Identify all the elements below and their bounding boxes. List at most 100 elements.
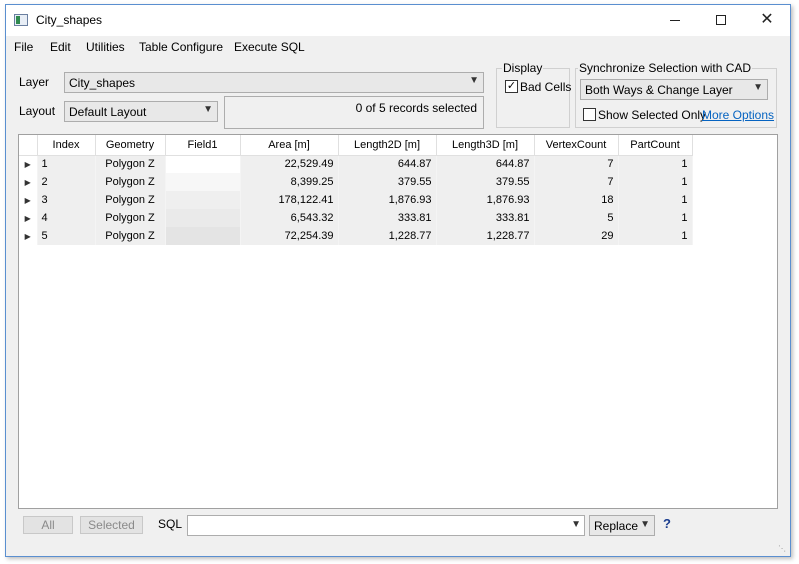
minimize-button[interactable] [652, 5, 698, 35]
title-bar[interactable]: City_shapes ✕ [6, 5, 790, 36]
cell-geometry[interactable]: Polygon Z [95, 155, 166, 173]
cell-vertexcount[interactable]: 7 [534, 155, 619, 173]
cell-length2d[interactable]: 1,228.77 [338, 227, 437, 245]
bad-cells-label: Bad Cells [520, 80, 572, 94]
table-row[interactable]: ▶ 5 Polygon Z 72,254.39 1,228.77 1,228.7… [19, 227, 693, 245]
cell-area[interactable]: 178,122.41 [240, 191, 339, 209]
window-title: City_shapes [36, 13, 103, 27]
resize-grip-icon[interactable]: ⋱ [778, 544, 786, 553]
column-header-geometry[interactable]: Geometry [95, 135, 166, 156]
cell-vertexcount[interactable]: 29 [534, 227, 619, 245]
cell-length3d[interactable]: 379.55 [436, 173, 535, 191]
cell-partcount[interactable]: 1 [618, 155, 693, 173]
expand-row-icon[interactable]: ▶ [19, 173, 38, 191]
layer-value: City_shapes [69, 76, 136, 90]
chevron-down-icon: ▼ [203, 104, 213, 115]
layout-select[interactable]: Default Layout ▼ [64, 101, 218, 122]
cell-partcount[interactable]: 1 [618, 227, 693, 245]
select-all-button[interactable]: All [23, 516, 73, 534]
column-header-length2d[interactable]: Length2D [m] [338, 135, 437, 156]
layout-label: Layout [19, 104, 56, 118]
menu-table-configure[interactable]: Table Configure [139, 40, 223, 54]
cell-length2d[interactable]: 333.81 [338, 209, 437, 227]
cell-geometry[interactable]: Polygon Z [95, 191, 166, 209]
cell-field1[interactable] [165, 173, 241, 191]
column-header-length3d[interactable]: Length3D [m] [436, 135, 535, 156]
expand-row-icon[interactable]: ▶ [19, 191, 38, 209]
menu-bar: File Edit Utilities Table Configure Exec… [6, 36, 790, 58]
column-header-vertexcount[interactable]: VertexCount [534, 135, 619, 156]
table-row[interactable]: ▶ 1 Polygon Z 22,529.49 644.87 644.87 7 … [19, 155, 693, 173]
column-header-index[interactable]: Index [37, 135, 96, 156]
bad-cells-checkbox[interactable]: ✓ [505, 80, 518, 93]
menu-utilities[interactable]: Utilities [86, 40, 125, 54]
cell-index[interactable]: 4 [37, 209, 96, 227]
table-row[interactable]: ▶ 3 Polygon Z 178,122.41 1,876.93 1,876.… [19, 191, 693, 209]
more-options-link[interactable]: More Options [702, 108, 774, 122]
cell-area[interactable]: 6,543.32 [240, 209, 339, 227]
cell-index[interactable]: 3 [37, 191, 96, 209]
cell-length2d[interactable]: 644.87 [338, 155, 437, 173]
expand-row-icon[interactable]: ▶ [19, 155, 38, 173]
cell-vertexcount[interactable]: 18 [534, 191, 619, 209]
cell-index[interactable]: 1 [37, 155, 96, 173]
sync-mode-select[interactable]: Both Ways & Change Layer ▼ [580, 79, 768, 100]
close-icon: ✕ [760, 11, 774, 28]
cell-geometry[interactable]: Polygon Z [95, 209, 166, 227]
close-button[interactable]: ✕ [744, 5, 790, 35]
cell-partcount[interactable]: 1 [618, 191, 693, 209]
chevron-down-icon: ▼ [571, 519, 581, 530]
cell-length2d[interactable]: 379.55 [338, 173, 437, 191]
cell-area[interactable]: 8,399.25 [240, 173, 339, 191]
menu-edit[interactable]: Edit [50, 40, 71, 54]
cell-area[interactable]: 22,529.49 [240, 155, 339, 173]
column-header-field1[interactable]: Field1 [165, 135, 241, 156]
cell-length3d[interactable]: 333.81 [436, 209, 535, 227]
chevron-down-icon: ▼ [469, 75, 479, 86]
expand-row-icon[interactable]: ▶ [19, 209, 38, 227]
table-row[interactable]: ▶ 4 Polygon Z 6,543.32 333.81 333.81 5 1 [19, 209, 693, 227]
attribute-grid[interactable]: Index Geometry Field1 Area [m] Length2D … [18, 134, 778, 509]
cell-length3d[interactable]: 1,228.77 [436, 227, 535, 245]
layer-select[interactable]: City_shapes ▼ [64, 72, 484, 93]
help-icon[interactable]: ? [663, 516, 671, 531]
cell-area[interactable]: 72,254.39 [240, 227, 339, 245]
table-row[interactable]: ▶ 2 Polygon Z 8,399.25 379.55 379.55 7 1 [19, 173, 693, 191]
column-header-partcount[interactable]: PartCount [618, 135, 693, 156]
expand-row-icon[interactable]: ▶ [19, 227, 38, 245]
cell-vertexcount[interactable]: 7 [534, 173, 619, 191]
cell-index[interactable]: 5 [37, 227, 96, 245]
cell-field1[interactable] [165, 191, 241, 209]
cell-partcount[interactable]: 1 [618, 209, 693, 227]
cell-geometry[interactable]: Polygon Z [95, 173, 166, 191]
sql-input[interactable]: ▼ [187, 515, 585, 536]
selection-status-box: 0 of 5 records selected [224, 96, 484, 129]
sync-group-title: Synchronize Selection with CAD [578, 61, 753, 75]
cell-partcount[interactable]: 1 [618, 173, 693, 191]
display-group [496, 68, 570, 128]
display-group-title: Display [502, 61, 544, 75]
cell-field1[interactable] [165, 209, 241, 227]
replace-select[interactable]: Replace ▼ [589, 515, 655, 536]
cell-field1[interactable] [165, 155, 241, 173]
selected-button[interactable]: Selected [80, 516, 143, 534]
cell-field1[interactable] [165, 227, 241, 245]
menu-execute-sql[interactable]: Execute SQL [234, 40, 305, 54]
cell-vertexcount[interactable]: 5 [534, 209, 619, 227]
column-header-area[interactable]: Area [m] [240, 135, 339, 156]
cell-geometry[interactable]: Polygon Z [95, 227, 166, 245]
maximize-icon [716, 15, 726, 25]
cell-length2d[interactable]: 1,876.93 [338, 191, 437, 209]
show-selected-only-checkbox[interactable] [583, 108, 596, 121]
minimize-icon [670, 19, 680, 21]
layer-label: Layer [19, 75, 50, 89]
maximize-button[interactable] [698, 5, 744, 35]
app-window: City_shapes ✕ File Edit Utilities Table … [5, 4, 791, 557]
attribute-table: Index Geometry Field1 Area [m] Length2D … [19, 135, 693, 245]
cell-length3d[interactable]: 644.87 [436, 155, 535, 173]
table-window-icon [14, 14, 28, 26]
cell-length3d[interactable]: 1,876.93 [436, 191, 535, 209]
cell-index[interactable]: 2 [37, 173, 96, 191]
menu-file[interactable]: File [14, 40, 33, 54]
show-selected-only-label: Show Selected Only [598, 108, 707, 122]
